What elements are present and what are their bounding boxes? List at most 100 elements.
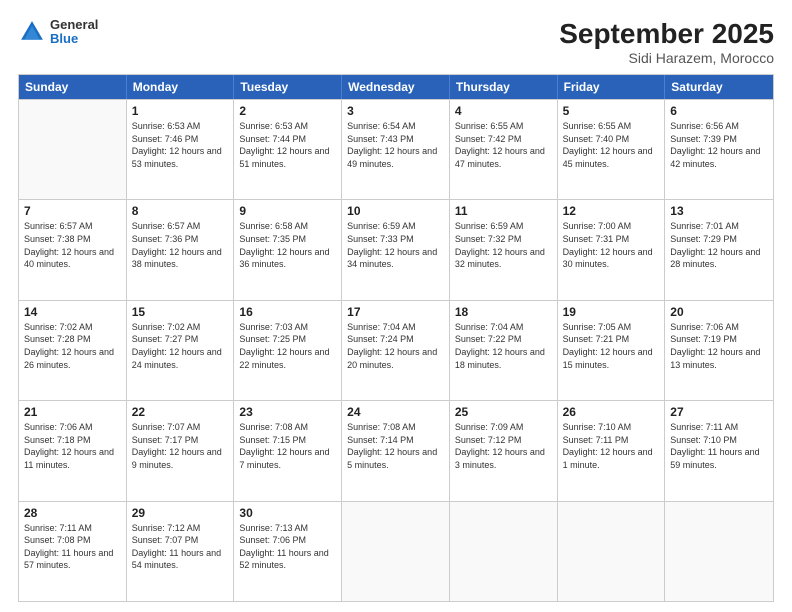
day-info: Sunrise: 6:55 AMSunset: 7:40 PMDaylight:…	[563, 120, 660, 170]
day-cell-16: 16Sunrise: 7:03 AMSunset: 7:25 PMDayligh…	[234, 301, 342, 400]
day-cell-12: 12Sunrise: 7:00 AMSunset: 7:31 PMDayligh…	[558, 200, 666, 299]
day-info: Sunrise: 6:54 AMSunset: 7:43 PMDaylight:…	[347, 120, 444, 170]
day-cell-10: 10Sunrise: 6:59 AMSunset: 7:33 PMDayligh…	[342, 200, 450, 299]
day-cell-7: 7 Sunrise: 6:57 AMSunset: 7:38 PMDaylight…	[19, 200, 127, 299]
day-cell-9: 9 Sunrise: 6:58 AMSunset: 7:35 PMDaylight…	[234, 200, 342, 299]
day-info: Sunrise: 7:11 AMSunset: 7:10 PMDaylight:…	[670, 421, 768, 471]
day-cell-5: 5 Sunrise: 6:55 AMSunset: 7:40 PMDaylight…	[558, 100, 666, 199]
calendar-header: SundayMondayTuesdayWednesdayThursdayFrid…	[19, 75, 773, 99]
day-cell-11: 11Sunrise: 6:59 AMSunset: 7:32 PMDayligh…	[450, 200, 558, 299]
day-info: Sunrise: 7:02 AMSunset: 7:27 PMDaylight:…	[132, 321, 229, 371]
week-row-1: 1Sunrise: 6:53 AMSunset: 7:46 PMDaylight…	[19, 99, 773, 199]
header-day-monday: Monday	[127, 75, 235, 99]
day-cell-26: 26 Sunrise: 7:10 AMSunset: 7:11 PMDayligh…	[558, 401, 666, 500]
calendar-body: 1Sunrise: 6:53 AMSunset: 7:46 PMDaylight…	[19, 99, 773, 601]
day-info: Sunrise: 7:04 AMSunset: 7:24 PMDaylight:…	[347, 321, 444, 371]
header-day-tuesday: Tuesday	[234, 75, 342, 99]
header-day-friday: Friday	[558, 75, 666, 99]
day-number: 9	[239, 204, 336, 218]
day-number: 26	[563, 405, 660, 419]
day-cell-6: 6 Sunrise: 6:56 AMSunset: 7:39 PMDaylight…	[665, 100, 773, 199]
day-number: 12	[563, 204, 660, 218]
logo-general: General	[50, 18, 98, 32]
day-info: Sunrise: 6:55 AMSunset: 7:42 PMDaylight:…	[455, 120, 552, 170]
day-cell-15: 15 Sunrise: 7:02 AMSunset: 7:27 PMDayligh…	[127, 301, 235, 400]
day-info: Sunrise: 6:53 AMSunset: 7:44 PMDaylight:…	[239, 120, 336, 170]
day-number: 21	[24, 405, 121, 419]
day-cell-8: 8 Sunrise: 6:57 AMSunset: 7:36 PMDaylight…	[127, 200, 235, 299]
day-info: Sunrise: 6:57 AMSunset: 7:36 PMDaylight:…	[132, 220, 229, 270]
day-number: 24	[347, 405, 444, 419]
day-cell-21: 21 Sunrise: 7:06 AMSunset: 7:18 PMDayligh…	[19, 401, 127, 500]
empty-cell	[342, 502, 450, 601]
day-number: 5	[563, 104, 660, 118]
day-number: 3	[347, 104, 444, 118]
day-info: Sunrise: 7:10 AMSunset: 7:11 PMDaylight:…	[563, 421, 660, 471]
day-info: Sunrise: 6:57 AMSunset: 7:38 PMDaylight:…	[24, 220, 121, 270]
empty-cell	[665, 502, 773, 601]
day-cell-29: 29 Sunrise: 7:12 AMSunset: 7:07 PMDayligh…	[127, 502, 235, 601]
day-info: Sunrise: 7:07 AMSunset: 7:17 PMDaylight:…	[132, 421, 229, 471]
day-number: 10	[347, 204, 444, 218]
day-info: Sunrise: 7:06 AMSunset: 7:19 PMDaylight:…	[670, 321, 768, 371]
day-number: 20	[670, 305, 768, 319]
day-info: Sunrise: 7:01 AMSunset: 7:29 PMDaylight:…	[670, 220, 768, 270]
day-info: Sunrise: 6:56 AMSunset: 7:39 PMDaylight:…	[670, 120, 768, 170]
subtitle: Sidi Harazem, Morocco	[559, 50, 774, 66]
day-info: Sunrise: 7:12 AMSunset: 7:07 PMDaylight:…	[132, 522, 229, 572]
logo: General Blue	[18, 18, 98, 47]
day-info: Sunrise: 7:04 AMSunset: 7:22 PMDaylight:…	[455, 321, 552, 371]
page: General Blue September 2025 Sidi Harazem…	[0, 0, 792, 612]
day-number: 19	[563, 305, 660, 319]
day-cell-25: 25 Sunrise: 7:09 AMSunset: 7:12 PMDayligh…	[450, 401, 558, 500]
day-info: Sunrise: 7:13 AMSunset: 7:06 PMDaylight:…	[239, 522, 336, 572]
month-title: September 2025	[559, 18, 774, 50]
day-cell-30: 30 Sunrise: 7:13 AMSunset: 7:06 PMDayligh…	[234, 502, 342, 601]
day-info: Sunrise: 7:02 AMSunset: 7:28 PMDaylight:…	[24, 321, 121, 371]
logo-text: General Blue	[50, 18, 98, 47]
day-number: 13	[670, 204, 768, 218]
empty-cell	[19, 100, 127, 199]
week-row-5: 28Sunrise: 7:11 AMSunset: 7:08 PMDayligh…	[19, 501, 773, 601]
day-cell-18: 18Sunrise: 7:04 AMSunset: 7:22 PMDayligh…	[450, 301, 558, 400]
week-row-3: 14 Sunrise: 7:02 AMSunset: 7:28 PMDayligh…	[19, 300, 773, 400]
day-number: 16	[239, 305, 336, 319]
logo-icon	[18, 18, 46, 46]
day-cell-23: 23Sunrise: 7:08 AMSunset: 7:15 PMDayligh…	[234, 401, 342, 500]
day-number: 7	[24, 204, 121, 218]
day-number: 30	[239, 506, 336, 520]
header: General Blue September 2025 Sidi Harazem…	[18, 18, 774, 66]
empty-cell	[558, 502, 666, 601]
day-number: 14	[24, 305, 121, 319]
day-number: 2	[239, 104, 336, 118]
day-number: 17	[347, 305, 444, 319]
day-cell-1: 1Sunrise: 6:53 AMSunset: 7:46 PMDaylight…	[127, 100, 235, 199]
day-number: 6	[670, 104, 768, 118]
day-info: Sunrise: 7:09 AMSunset: 7:12 PMDaylight:…	[455, 421, 552, 471]
day-cell-4: 4 Sunrise: 6:55 AMSunset: 7:42 PMDaylight…	[450, 100, 558, 199]
day-number: 29	[132, 506, 229, 520]
empty-cell	[450, 502, 558, 601]
header-day-sunday: Sunday	[19, 75, 127, 99]
day-info: Sunrise: 7:08 AMSunset: 7:14 PMDaylight:…	[347, 421, 444, 471]
day-number: 1	[132, 104, 229, 118]
day-info: Sunrise: 7:08 AMSunset: 7:15 PMDaylight:…	[239, 421, 336, 471]
day-number: 4	[455, 104, 552, 118]
day-info: Sunrise: 6:58 AMSunset: 7:35 PMDaylight:…	[239, 220, 336, 270]
day-number: 25	[455, 405, 552, 419]
day-info: Sunrise: 7:06 AMSunset: 7:18 PMDaylight:…	[24, 421, 121, 471]
day-number: 8	[132, 204, 229, 218]
header-day-saturday: Saturday	[665, 75, 773, 99]
day-cell-3: 3 Sunrise: 6:54 AMSunset: 7:43 PMDaylight…	[342, 100, 450, 199]
day-cell-28: 28Sunrise: 7:11 AMSunset: 7:08 PMDayligh…	[19, 502, 127, 601]
header-day-wednesday: Wednesday	[342, 75, 450, 99]
day-number: 15	[132, 305, 229, 319]
day-cell-20: 20 Sunrise: 7:06 AMSunset: 7:19 PMDayligh…	[665, 301, 773, 400]
week-row-2: 7 Sunrise: 6:57 AMSunset: 7:38 PMDaylight…	[19, 199, 773, 299]
day-number: 11	[455, 204, 552, 218]
day-cell-17: 17 Sunrise: 7:04 AMSunset: 7:24 PMDayligh…	[342, 301, 450, 400]
day-cell-14: 14 Sunrise: 7:02 AMSunset: 7:28 PMDayligh…	[19, 301, 127, 400]
day-cell-13: 13 Sunrise: 7:01 AMSunset: 7:29 PMDayligh…	[665, 200, 773, 299]
week-row-4: 21 Sunrise: 7:06 AMSunset: 7:18 PMDayligh…	[19, 400, 773, 500]
day-cell-2: 2 Sunrise: 6:53 AMSunset: 7:44 PMDaylight…	[234, 100, 342, 199]
